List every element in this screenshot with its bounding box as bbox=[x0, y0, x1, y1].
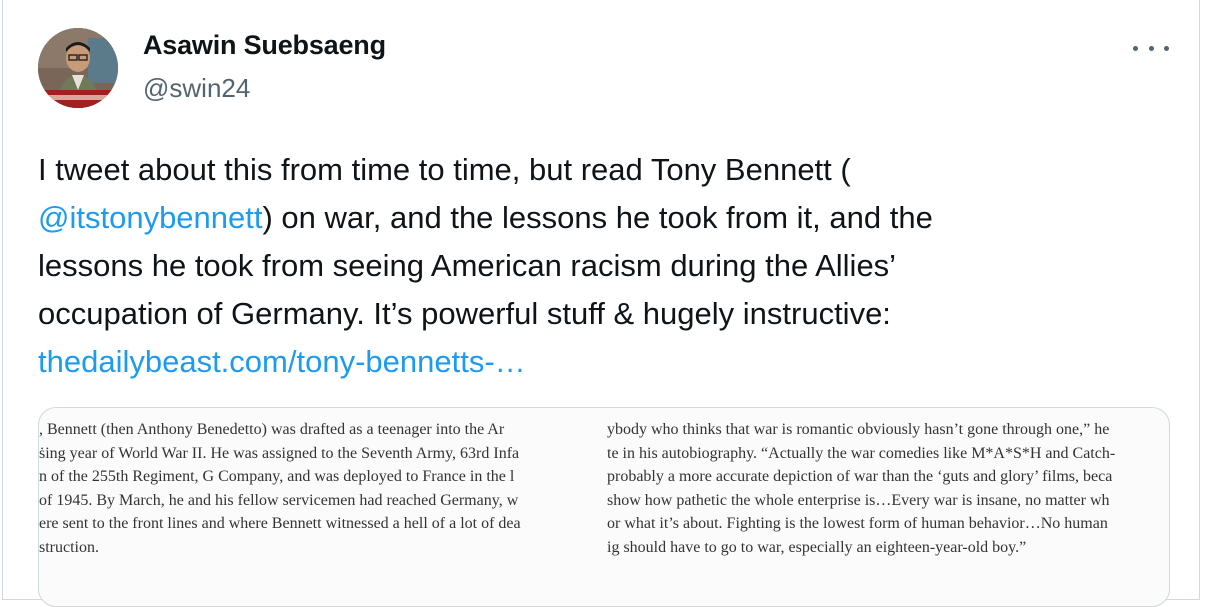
tweet-text-line: lessons he took from seeing American rac… bbox=[38, 242, 1138, 290]
tweet-text-line: thedailybeast.com/tony-bennetts-… bbox=[38, 338, 1138, 386]
excerpt-line: or what it’s about. Fighting is the lowe… bbox=[607, 515, 1108, 532]
tweet-text-segment: occupation of Germany. It’s powerful stu… bbox=[38, 296, 891, 331]
excerpt-line: probably a more accurate depiction of wa… bbox=[607, 468, 1113, 485]
dot bbox=[1148, 45, 1154, 51]
tweet-text: I tweet about this from time to time, bu… bbox=[38, 146, 1138, 386]
dot bbox=[1133, 45, 1138, 51]
excerpt-left-column: , Bennett (then Anthony Benedetto) was d… bbox=[39, 418, 605, 559]
tweet-text-line: @itstonybennett) on war, and the lessons… bbox=[38, 194, 1138, 242]
author-name[interactable]: Asawin Suebsaeng bbox=[143, 30, 386, 61]
tweet-text-line: I tweet about this from time to time, bu… bbox=[38, 146, 1138, 194]
profile-photo-icon bbox=[38, 28, 118, 108]
tweet-card: Asawin Suebsaeng @swin24 I tweet about t… bbox=[2, 0, 1200, 607]
excerpt-line: , Bennett (then Anthony Benedetto) was d… bbox=[39, 421, 505, 438]
author-avatar[interactable] bbox=[38, 28, 118, 108]
author-handle[interactable]: @swin24 bbox=[143, 73, 250, 104]
excerpt-line: ere sent to the front lines and where Be… bbox=[39, 515, 521, 532]
excerpt-line: of 1945. By March, he and his fellow ser… bbox=[39, 491, 519, 509]
tweet-text-segment: ) on war, and the lessons he took from i… bbox=[262, 200, 933, 235]
more-options-icon[interactable] bbox=[1133, 38, 1169, 58]
article-excerpt-image[interactable]: , Bennett (then Anthony Benedetto) was d… bbox=[38, 407, 1170, 607]
tweet-text-segment: I tweet about this from time to time, bu… bbox=[38, 152, 851, 187]
excerpt-line: struction. bbox=[39, 538, 99, 556]
tweet-text-segment: lessons he took from seeing American rac… bbox=[38, 248, 897, 283]
excerpt-line: ybody who thinks that war is romantic ob… bbox=[607, 421, 1110, 438]
excerpt-line: show how pathetic the whole enterprise i… bbox=[607, 491, 1110, 509]
excerpt-line: ig should have to go to war, especially … bbox=[607, 538, 1027, 556]
excerpt-line: n of the 255th Regiment, G Company, and … bbox=[39, 468, 515, 485]
excerpt-line: ṡing year of World War II. He was assign… bbox=[39, 444, 520, 462]
mention-link[interactable]: @itstonybennett bbox=[38, 200, 263, 235]
dot bbox=[1164, 45, 1169, 51]
excerpt-right-column: ybody who thinks that war is romantic ob… bbox=[607, 418, 1169, 559]
article-link[interactable]: thedailybeast.com/tony-bennetts-… bbox=[38, 344, 526, 379]
tweet-text-line: occupation of Germany. It’s powerful stu… bbox=[38, 290, 1138, 338]
excerpt-line: te in his autobiography. “Actually the w… bbox=[607, 444, 1116, 462]
